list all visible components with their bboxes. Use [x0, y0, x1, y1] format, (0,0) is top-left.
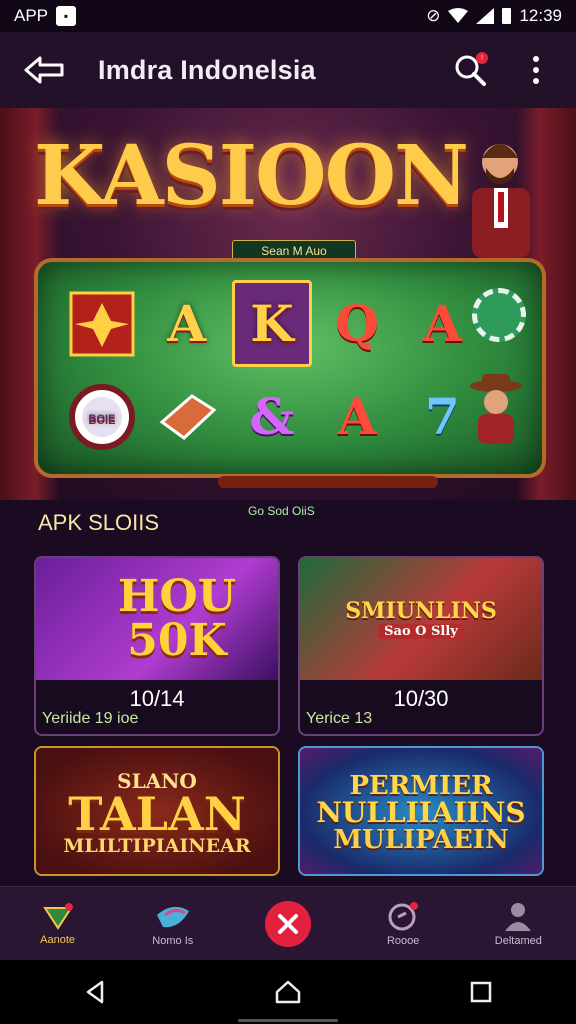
nav-item-deltamed[interactable]: Deltamed — [473, 901, 563, 947]
more-options-button[interactable] — [516, 50, 556, 90]
game-art-title: SMIUNLINS — [345, 597, 497, 624]
game-card-art: SMIUNLINS Sao O Slly — [300, 558, 542, 680]
slot-symbol: Q — [335, 294, 379, 353]
app-label: APP — [14, 6, 49, 25]
game-art-subtitle: MULIPAEIN — [333, 825, 509, 855]
nav-label: Deltamed — [494, 934, 542, 947]
game-card-art: SLANO TALAN MLILTIPIAINEAR — [36, 748, 278, 874]
slot-machine: A K Q A BOIE & A 7 — [34, 258, 546, 488]
cowboy-mascot-illustration — [470, 374, 522, 444]
signal-icon — [476, 8, 495, 24]
game-card-count: 10/30 — [393, 686, 449, 711]
game-card[interactable]: HOU 50K 10/14 Yeriide 19 ioe — [34, 556, 280, 736]
poker-chip-icon — [472, 288, 526, 342]
gift-icon — [42, 902, 73, 930]
back-button[interactable] — [20, 46, 68, 94]
slot-symbol: & — [249, 387, 295, 446]
game-card-art: PERMIER NULLIIAIINS MULIPAEIN — [300, 748, 542, 874]
search-button[interactable]: ! — [450, 50, 490, 90]
user-icon — [505, 902, 532, 931]
clock: 12:39 — [519, 6, 562, 25]
system-home-icon[interactable] — [275, 980, 301, 1004]
notification-badge: ! — [476, 52, 488, 64]
app-bar: Imdra Indonelsia ! — [0, 32, 576, 108]
slot-base — [218, 476, 438, 488]
game-card[interactable]: PERMIER NULLIIAIINS MULIPAEIN — [298, 746, 544, 876]
app-title: Imdra Indonelsia — [98, 54, 316, 85]
wifi-icon — [448, 8, 469, 23]
system-recents-icon[interactable] — [470, 981, 492, 1003]
bird-icon — [156, 906, 189, 927]
home-indicator — [238, 1019, 338, 1022]
game-card[interactable]: SLANO TALAN MLILTIPIAINEAR — [34, 746, 280, 876]
game-card-count: 10/14 — [129, 686, 185, 711]
hero-banner[interactable]: KASIOON Sean M Auo A K Q A BOIE & A 7 — [0, 108, 576, 500]
game-card-art: HOU 50K — [36, 558, 278, 680]
game-art-title: HOU 50K — [117, 571, 237, 666]
mascot-man-illustration — [472, 144, 530, 258]
nav-item-close[interactable] — [243, 900, 333, 947]
nav-label: Aanote — [40, 933, 76, 946]
slot-symbol: A — [337, 387, 377, 446]
game-card-version: Yeriide 19 ioe — [42, 710, 139, 727]
no-sim-icon: ⊘ — [426, 6, 441, 25]
game-card[interactable]: SMIUNLINS Sao O Slly 10/30 Yerice 13 — [298, 556, 544, 736]
section-subtext: Go Sod OiiS — [248, 504, 315, 518]
bottom-nav: Aanote Nomo Is Roooe Deltamed — [0, 886, 576, 960]
close-icon — [277, 913, 298, 934]
circle-icon — [388, 901, 419, 930]
battery-icon — [502, 8, 512, 24]
app-notification-icon: ▪ — [56, 6, 77, 26]
game-art-title: NULLIIAIINS — [316, 796, 526, 829]
hero-title: KASIOON — [34, 128, 469, 224]
nav-item-roooe[interactable]: Roooe — [358, 901, 448, 947]
system-back-icon[interactable] — [84, 980, 106, 1004]
section-label: APK SLOIIS — [38, 510, 160, 535]
slot-symbol: A — [167, 294, 207, 353]
nav-item-nomo-is[interactable]: Nomo Is — [128, 901, 218, 947]
slot-symbol: K — [232, 280, 312, 367]
game-art-subtitle: Sao O Slly — [378, 623, 464, 639]
game-card-version: Yerice 13 — [306, 710, 373, 727]
system-nav-bar — [0, 960, 576, 1024]
nav-item-aanote[interactable]: Aanote — [13, 902, 103, 946]
slot-reels: A K Q A BOIE & A 7 — [62, 280, 482, 460]
slot-symbol — [62, 280, 141, 367]
chip-label: BOIE — [88, 413, 115, 425]
more-vertical-icon — [533, 56, 539, 84]
slot-symbol: BOIE — [62, 373, 141, 460]
game-art-subtitle: MLILTIPIAINEAR — [63, 834, 251, 857]
slot-symbol: A — [422, 294, 462, 353]
close-button[interactable] — [264, 900, 311, 947]
game-art-title: TALAN — [68, 786, 246, 841]
slot-symbol — [147, 373, 226, 460]
nav-label: Nomo Is — [152, 934, 194, 947]
back-arrow-icon — [24, 56, 64, 84]
status-bar: APP ▪ ⊘ 12:39 — [0, 0, 576, 32]
nav-label: Roooe — [386, 934, 420, 947]
